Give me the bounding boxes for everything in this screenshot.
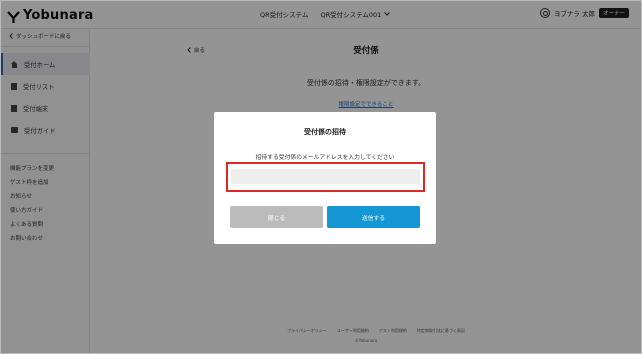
modal-title: 受付係の招待 bbox=[304, 128, 346, 136]
modal-message: 招待する受付係のメールアドレスを入力してください bbox=[255, 155, 395, 161]
close-button[interactable]: 閉じる bbox=[230, 206, 323, 228]
invite-modal: 受付係の招待 招待する受付係のメールアドレスを入力してください 閉じる 送信する bbox=[214, 112, 436, 244]
app-window: Yobunara QR受付システム QR受付システム001 ヨブナラ 太郎 オー… bbox=[0, 0, 642, 354]
send-button[interactable]: 送信する bbox=[327, 206, 420, 228]
email-input[interactable] bbox=[231, 169, 420, 184]
